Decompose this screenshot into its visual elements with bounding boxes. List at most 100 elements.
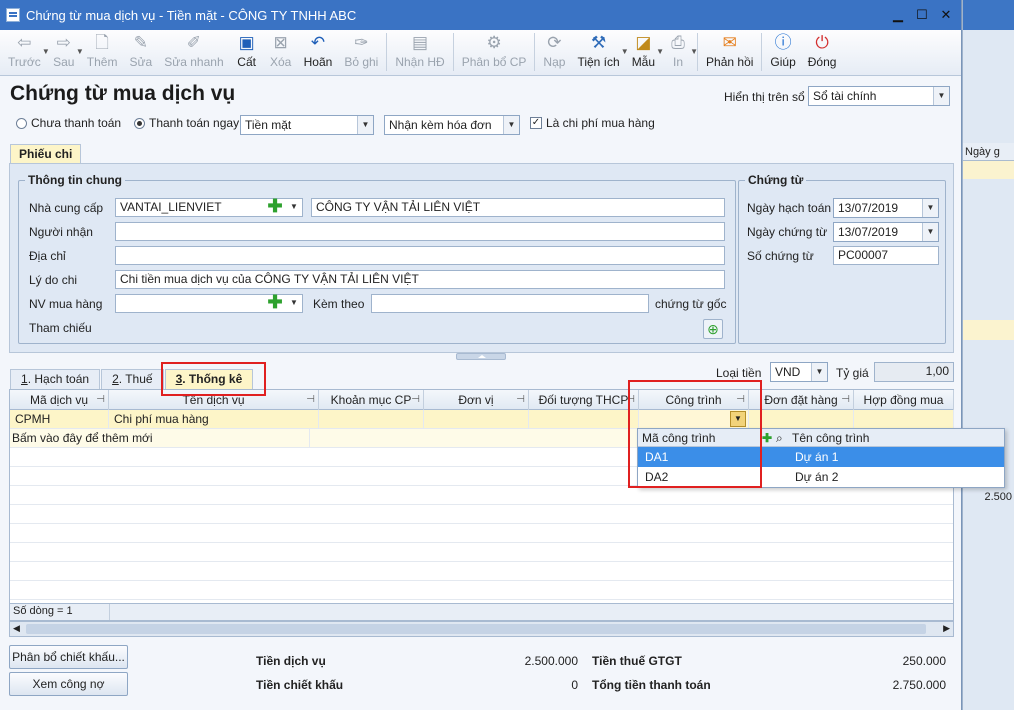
empty-row — [10, 524, 953, 543]
chevron-down-icon[interactable]: ▼ — [287, 199, 301, 215]
chevron-down-icon[interactable]: ▼ — [922, 223, 938, 241]
template-button[interactable]: ◪ Mẫu ▼ — [626, 33, 664, 73]
pin-icon[interactable]: ⊣ — [841, 390, 850, 410]
page-title: Chứng từ mua dịch vụ — [10, 82, 236, 105]
col-expense-item[interactable]: Khoản mục CP ⊣ — [319, 390, 424, 410]
view-debt-button[interactable]: Xem công nợ — [9, 672, 128, 696]
display-book-select[interactable]: Sổ tài chính ▼ — [808, 86, 950, 106]
chevron-down-icon[interactable]: ▼ — [922, 199, 938, 217]
tab-payment-voucher[interactable]: Phiếu chi — [10, 144, 82, 164]
pin-icon[interactable]: ⊣ — [96, 390, 105, 410]
col-purchase-contract[interactable]: Hợp đồng mua — [854, 390, 954, 410]
delete-button[interactable]: ⊠ Xóa — [264, 33, 298, 73]
window-close-icon[interactable]: ✕ — [935, 6, 957, 24]
delete-label: Xóa — [269, 55, 292, 69]
col-sales-order-label: Đơn đặt hàng — [764, 393, 838, 407]
pin-icon[interactable]: ⊣ — [411, 390, 420, 410]
edit-button[interactable]: ✎ Sửa — [123, 33, 158, 73]
receiver-field[interactable] — [115, 222, 725, 241]
tools-button[interactable]: ⚒ Tiện ích ▼ — [571, 33, 628, 73]
col-sales-order[interactable]: Đơn đặt hàng ⊣ — [749, 390, 854, 410]
cell-purchase-contract[interactable] — [854, 410, 954, 429]
cell-expense-item[interactable] — [319, 410, 424, 429]
reference-label: Tham chiếu — [29, 321, 92, 335]
radio-checked-icon[interactable] — [134, 117, 145, 129]
supplier-name-field[interactable]: CÔNG TY VẬN TẢI LIÊN VIỆT — [311, 198, 725, 217]
cell-service-name[interactable]: Chi phí mua hàng — [109, 410, 319, 429]
allocate-button[interactable]: ⚙ Phân bổ CP — [456, 33, 533, 73]
voucher-date-field[interactable]: 13/07/2019 ▼ — [833, 222, 939, 242]
radio-icon[interactable] — [16, 117, 27, 129]
cell-cost-object[interactable] — [529, 410, 639, 429]
chevron-down-icon[interactable]: ▼ — [287, 295, 301, 311]
prev-button[interactable]: ⇦ Trước ▼ — [2, 33, 50, 73]
paid-now-radio[interactable]: Thanh toán ngay — [134, 116, 239, 130]
chevron-down-icon[interactable]: ▼ — [811, 363, 827, 381]
print-button[interactable]: ⎙ In ▼ — [661, 33, 698, 73]
add-button[interactable]: 🗋 Thêm — [81, 33, 124, 73]
cell-service-code[interactable]: CPMH — [10, 410, 109, 429]
exchange-rate-field[interactable]: 1,00 — [874, 362, 954, 382]
cell-sales-order[interactable] — [749, 410, 854, 429]
invoice-option-select[interactable]: Nhận kèm hóa đơn ▼ — [384, 115, 520, 135]
tab-accounting[interactable]: 1. Hạch toán — [10, 369, 101, 389]
background-column-header: Ngày g — [963, 143, 1014, 161]
address-field[interactable] — [115, 246, 725, 265]
col-unit[interactable]: Đơn vị ⊣ — [424, 390, 529, 410]
reference-search-icon[interactable]: ⊕ — [703, 319, 723, 339]
scroll-right-icon[interactable]: ▶ — [943, 623, 950, 634]
scrollbar-thumb[interactable] — [26, 624, 926, 634]
feedback-button[interactable]: ✉ Phản hồi — [700, 33, 759, 73]
toolbar-separator — [534, 33, 536, 71]
chevron-down-icon[interactable]: ▼ — [933, 87, 949, 105]
voucher-no-field[interactable]: PC00007 — [833, 246, 939, 265]
currency-select[interactable]: VND ▼ — [770, 362, 828, 382]
add-project-icon[interactable]: ✚ — [762, 429, 772, 447]
allocate-discount-button[interactable]: Phân bổ chiết khấu... — [9, 645, 128, 669]
col-service-code[interactable]: Mã dịch vụ ⊣ — [10, 390, 109, 410]
service-amount-value: 2.500.000 — [524, 654, 578, 668]
col-unit-label: Đơn vị — [458, 393, 494, 407]
next-button[interactable]: ⇨ Sau ▼ — [47, 33, 84, 73]
payment-method-value: Tiền mặt — [245, 118, 292, 132]
horizontal-scrollbar[interactable]: ◀ ▶ — [9, 621, 954, 637]
col-cost-object[interactable]: Đối tượng THCP ⊣ — [529, 390, 639, 410]
chevron-down-icon[interactable]: ▼ — [357, 116, 373, 134]
scroll-left-icon[interactable]: ◀ — [13, 623, 20, 634]
payment-method-select[interactable]: Tiền mặt ▼ — [240, 115, 374, 135]
pin-icon[interactable]: ⊣ — [516, 390, 525, 410]
unpaid-radio[interactable]: Chưa thanh toán — [16, 116, 121, 130]
pin-icon[interactable]: ⊣ — [306, 390, 315, 410]
tab-tax[interactable]: 2. Thuế — [101, 369, 164, 389]
add-supplier-icon[interactable]: ✚ — [267, 197, 283, 215]
toolbar-separator — [761, 33, 763, 71]
chevron-down-icon[interactable]: ▼ — [690, 47, 698, 56]
receiver-label: Người nhận — [29, 225, 93, 239]
cell-unit[interactable] — [424, 410, 529, 429]
maximize-icon[interactable]: ☐ — [911, 6, 933, 24]
attach-field[interactable] — [371, 294, 649, 313]
undo-button[interactable]: ↶ Hoãn — [298, 33, 339, 73]
unpost-button[interactable]: ✑ Bỏ ghi — [338, 33, 384, 73]
supplier-code-value: VANTAI_LIENVIET — [120, 200, 222, 214]
vat-value: 250.000 — [902, 654, 946, 668]
binoculars-icon[interactable]: ⌕ — [776, 429, 783, 447]
display-book-label: Hiển thị trên sổ — [724, 90, 805, 104]
undo-label: Hoãn — [303, 55, 333, 69]
add-new-hint[interactable]: Bấm vào đây để thêm mới — [10, 429, 310, 448]
help-button[interactable]: ⓘ Giúp — [764, 33, 801, 73]
quick-edit-button[interactable]: ✐ Sửa nhanh — [158, 33, 229, 73]
panel-splitter[interactable] — [456, 353, 506, 360]
receive-invoice-button[interactable]: ▤ Nhận HĐ — [389, 33, 450, 73]
minimize-icon[interactable]: ▁ — [887, 6, 909, 24]
purchase-cost-checkbox[interactable]: ✓ Là chi phí mua hàng — [530, 116, 655, 130]
save-button[interactable]: ▣ Cất — [230, 33, 264, 73]
reason-field[interactable]: Chi tiền mua dịch vụ của CÔNG TY VẬN TẢI… — [115, 270, 725, 289]
posting-date-field[interactable]: 13/07/2019 ▼ — [833, 198, 939, 218]
add-staff-icon[interactable]: ✚ — [267, 293, 283, 311]
chevron-down-icon[interactable]: ▼ — [503, 116, 519, 134]
table-row[interactable]: CPMH Chi phí mua hàng ▼ — [10, 410, 954, 429]
close-button[interactable]: ⏻ Đóng — [802, 33, 843, 73]
reload-button[interactable]: ⟳ Nạp — [537, 33, 571, 73]
checkbox-checked-icon[interactable]: ✓ — [530, 117, 542, 129]
